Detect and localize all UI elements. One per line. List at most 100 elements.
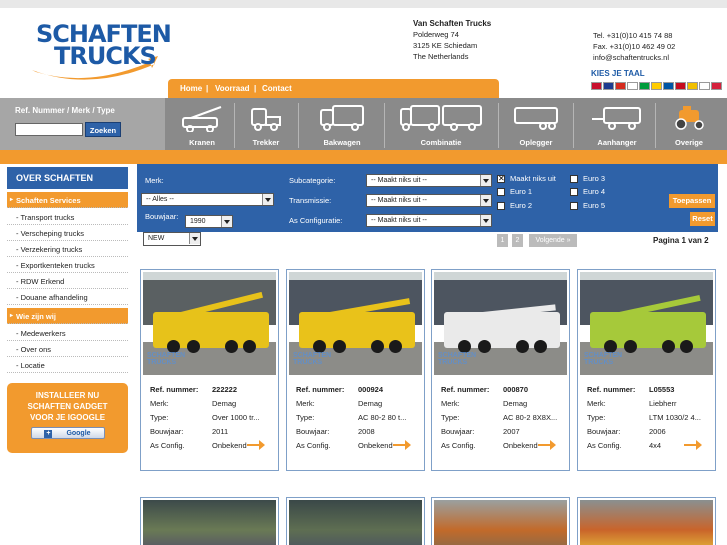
- nav-voorraad[interactable]: Voorraad: [215, 84, 250, 93]
- sidebar-section-services[interactable]: ▸ Schaften Services: [7, 192, 128, 208]
- nav-sep: |: [254, 84, 257, 93]
- listing-photo: SCHAFTEN TRUCKS: [143, 272, 276, 375]
- listing-card-partial[interactable]: [577, 497, 716, 545]
- category-oplegger[interactable]: Oplegger: [505, 100, 567, 150]
- listing-card-partial[interactable]: [140, 497, 279, 545]
- chevron-down-icon: [480, 175, 491, 186]
- bouwjaar-value: 2011: [212, 426, 229, 436]
- sidebar-section-wie-zijn-wij[interactable]: ▸ Wie zijn wij: [7, 308, 128, 324]
- type-value: LTM 1030/2 4...: [649, 412, 701, 422]
- sidebar-title: OVER SCHAFTEN: [7, 167, 128, 189]
- plus-icon: +: [44, 430, 53, 438]
- language-flag-icon[interactable]: [615, 82, 626, 90]
- wheel-icon: [243, 340, 256, 353]
- euro-checkbox[interactable]: [497, 202, 505, 210]
- type-label: Type:: [150, 412, 169, 422]
- arrow-right-icon[interactable]: [392, 438, 412, 452]
- logo[interactable]: SCHAFTEN TRUCKS: [30, 12, 172, 87]
- merk-label: Merk:: [441, 398, 460, 408]
- next-page-link[interactable]: Volgende »: [529, 234, 577, 247]
- search-panel: Ref. Nummer / Merk / Type Zoeken: [0, 98, 165, 150]
- sidebar-item[interactable]: - Verscheping trucks: [7, 225, 128, 241]
- nav-home[interactable]: Home: [180, 84, 202, 93]
- arrow-right-icon[interactable]: [683, 438, 703, 452]
- apply-button[interactable]: Toepassen: [669, 194, 715, 208]
- listing-card[interactable]: SCHAFTEN TRUCKS Ref. nummer: 000870 Merk: D…: [431, 269, 570, 471]
- bouwjaar-label: Bouwjaar:: [296, 426, 330, 436]
- type-value: AC 80-2 80 t...: [358, 412, 407, 422]
- listing-card-partial[interactable]: [431, 497, 570, 545]
- page-1[interactable]: 1: [497, 234, 508, 247]
- language-flag-icon[interactable]: [639, 82, 650, 90]
- sidebar-item[interactable]: - Verzekering trucks: [7, 241, 128, 257]
- wheel-icon: [225, 340, 238, 353]
- sidebar-item[interactable]: - Medewerkers: [7, 325, 128, 341]
- arrow-right-icon[interactable]: [537, 438, 557, 452]
- tractor-icon: [675, 106, 704, 130]
- listing-card[interactable]: SCHAFTEN TRUCKS Ref. nummer: 000924 Merk: D…: [286, 269, 425, 471]
- ref-label: Ref. nummer:: [587, 384, 636, 394]
- email-link[interactable]: info@schaftentrucks.nl: [593, 53, 669, 62]
- watermark-text: SCHAFTEN: [584, 352, 623, 359]
- category-bakwagen[interactable]: Bakwagen: [310, 100, 374, 150]
- euro-checkbox[interactable]: ✕: [497, 175, 505, 183]
- subcategorie-select[interactable]: -- Maakt niks uit --: [366, 174, 492, 187]
- language-flag-icon[interactable]: [687, 82, 698, 90]
- type-value: Over 1000 tr...: [212, 412, 260, 422]
- semi-trailer-icon: [514, 107, 558, 130]
- nav-contact[interactable]: Contact: [262, 84, 292, 93]
- asconfig-label: As Config.: [441, 440, 476, 450]
- search-input[interactable]: [15, 123, 83, 136]
- category-trekker[interactable]: Trekker: [236, 100, 296, 150]
- merk-select[interactable]: -- Alles --: [141, 193, 274, 206]
- sidebar-item[interactable]: - Douane afhandeling: [7, 289, 128, 305]
- search-button[interactable]: Zoeken: [85, 122, 121, 137]
- bouwjaar-label: Bouwjaar:: [441, 426, 475, 436]
- category-aanhanger[interactable]: Aanhanger: [585, 100, 649, 150]
- listing-details: Ref. nummer: 000924 Merk: Demag Type: AC 80…: [296, 382, 406, 452]
- category-combinatie[interactable]: Combinatie: [393, 100, 489, 150]
- sidebar-item[interactable]: - Exportkenteken trucks: [7, 257, 128, 273]
- language-flag-icon[interactable]: [651, 82, 662, 90]
- euro-checkbox[interactable]: [497, 188, 505, 196]
- bouwjaar-select[interactable]: 1990: [185, 215, 233, 228]
- merk-value: Demag: [503, 398, 528, 408]
- euro-checkbox[interactable]: [570, 188, 578, 196]
- google-add-button[interactable]: + Google: [30, 427, 105, 439]
- sidebar-item[interactable]: - RDW Erkend: [7, 273, 128, 289]
- language-flag-icon[interactable]: [699, 82, 710, 90]
- sidebar-item[interactable]: - Locatie: [7, 357, 128, 373]
- page-2[interactable]: 2: [512, 234, 523, 247]
- listing-card[interactable]: SCHAFTEN TRUCKS Ref. nummer: L05553 Merk: L…: [577, 269, 716, 471]
- watermark-text: TRUCKS: [147, 359, 177, 366]
- euro-checkbox[interactable]: [570, 175, 578, 183]
- language-flag-icon[interactable]: [627, 82, 638, 90]
- language-flag-icon[interactable]: [711, 82, 722, 90]
- transmissie-select[interactable]: -- Maakt niks uit --: [366, 194, 492, 207]
- orange-divider: [0, 150, 727, 164]
- language-flag-icon[interactable]: [591, 82, 602, 90]
- reset-button[interactable]: Reset: [690, 212, 715, 226]
- language-flag-icon[interactable]: [675, 82, 686, 90]
- language-flag-icon[interactable]: [603, 82, 614, 90]
- asconfig-select[interactable]: -- Maakt niks uit --: [366, 214, 492, 227]
- euro-checkbox[interactable]: [570, 202, 578, 210]
- language-flag-icon[interactable]: [663, 82, 674, 90]
- euro-label: Maakt niks uit: [510, 174, 556, 183]
- sidebar-item[interactable]: - Transport trucks: [7, 209, 128, 225]
- euro-label: Euro 3: [583, 174, 606, 183]
- category-kranen[interactable]: Kranen: [172, 100, 232, 150]
- sort-select[interactable]: NEW: [143, 232, 201, 246]
- ref-value: 000870: [503, 384, 529, 394]
- wheel-icon: [534, 340, 547, 353]
- arrow-right-icon[interactable]: [246, 438, 266, 452]
- asconfig-label: As Config.: [150, 440, 185, 450]
- listing-card[interactable]: SCHAFTEN TRUCKS Ref. nummer: 222222 Merk: D…: [140, 269, 279, 471]
- category-label: Kranen: [189, 138, 215, 147]
- listing-photo: [434, 500, 567, 545]
- language-title: KIES JE TAAL: [591, 69, 645, 78]
- sidebar-item[interactable]: - Over ons: [7, 341, 128, 357]
- category-overige[interactable]: Overige: [660, 100, 718, 150]
- igoogle-gadget-promo[interactable]: INSTALLEER NU SCHAFTEN GADGET VOOR JE IG…: [7, 383, 128, 453]
- listing-card-partial[interactable]: [286, 497, 425, 545]
